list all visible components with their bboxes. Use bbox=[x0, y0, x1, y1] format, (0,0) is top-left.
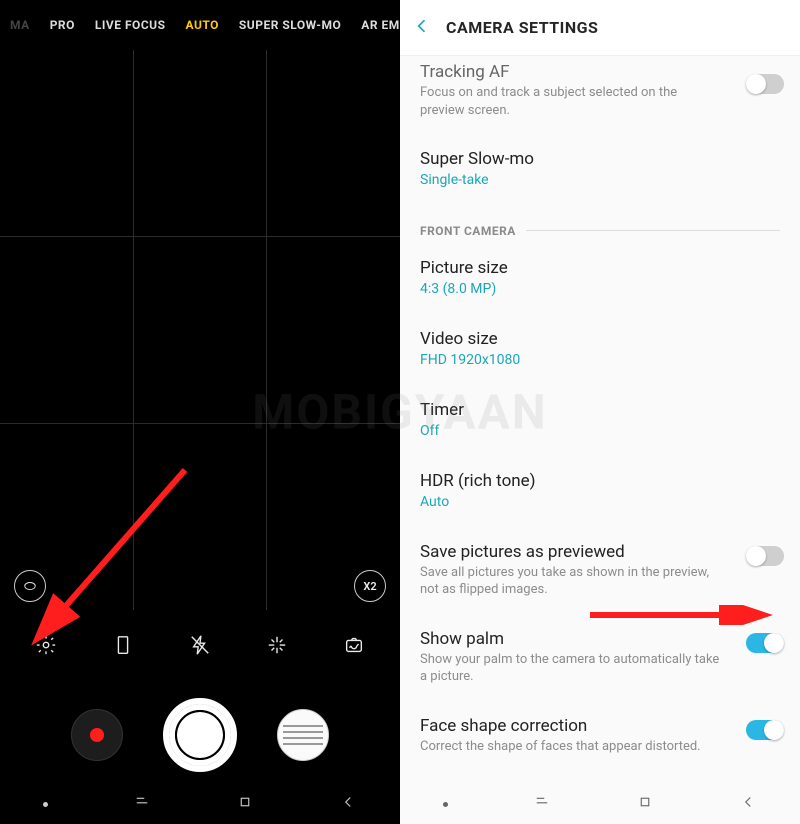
flash-off-icon[interactable] bbox=[188, 633, 212, 657]
camera-app: MA PRO LIVE FOCUS AUTO SUPER SLOW-MO AR … bbox=[0, 0, 400, 824]
row-subtitle: Focus on and track a subject selected on… bbox=[420, 84, 720, 119]
settings-list[interactable]: Tracking AF Focus on and track a subject… bbox=[400, 56, 800, 784]
row-title: Picture size bbox=[420, 258, 780, 278]
row-title: Tracking AF bbox=[420, 62, 780, 82]
camera-modes: MA PRO LIVE FOCUS AUTO SUPER SLOW-MO AR … bbox=[0, 0, 400, 50]
back-button[interactable] bbox=[339, 793, 357, 815]
row-picture-size[interactable]: Picture size 4:3 (8.0 MP) bbox=[400, 244, 800, 315]
gear-icon[interactable] bbox=[34, 633, 58, 657]
sparkle-icon[interactable] bbox=[265, 633, 289, 657]
row-title: Save pictures as previewed bbox=[420, 542, 780, 562]
toggle-save-previewed[interactable] bbox=[746, 546, 784, 566]
camera-settings-screen: CAMERA SETTINGS Tracking AF Focus on and… bbox=[400, 0, 800, 824]
toggle-show-palm[interactable] bbox=[746, 633, 784, 653]
mode-pro[interactable]: PRO bbox=[44, 18, 81, 32]
section-common: COMMON bbox=[400, 771, 800, 784]
viewfinder[interactable]: X2 bbox=[0, 50, 400, 610]
section-front-camera: FRONT CAMERA bbox=[400, 206, 800, 244]
row-face-shape[interactable]: Face shape correction Correct the shape … bbox=[400, 702, 800, 772]
home-button[interactable] bbox=[636, 793, 654, 815]
row-hdr[interactable]: HDR (rich tone) Auto bbox=[400, 457, 800, 528]
switch-camera-icon[interactable] bbox=[342, 633, 366, 657]
row-value: 4:3 (8.0 MP) bbox=[420, 280, 720, 299]
toggle-tracking-af[interactable] bbox=[746, 74, 784, 94]
recents-button[interactable] bbox=[133, 793, 151, 815]
mode-auto[interactable]: AUTO bbox=[179, 18, 224, 32]
camera-toolbar bbox=[0, 620, 400, 670]
back-button[interactable] bbox=[739, 793, 757, 815]
shutter-row bbox=[0, 690, 400, 780]
row-value: Auto bbox=[420, 493, 720, 512]
nav-assist-dot[interactable] bbox=[443, 802, 448, 807]
nav-bar-dark bbox=[0, 784, 400, 824]
mode-aremoji[interactable]: AR EMO bbox=[355, 18, 400, 32]
row-title: Super Slow-mo bbox=[420, 149, 780, 169]
row-title: Video size bbox=[420, 329, 780, 349]
row-subtitle: Correct the shape of faces that appear d… bbox=[420, 738, 720, 756]
row-title: Face shape correction bbox=[420, 716, 780, 736]
gallery-thumbnail[interactable] bbox=[277, 709, 329, 761]
fullview-icon[interactable] bbox=[111, 633, 135, 657]
nav-bar-light bbox=[400, 784, 800, 824]
nav-assist-dot[interactable] bbox=[43, 802, 48, 807]
mode-superslowmo[interactable]: SUPER SLOW-MO bbox=[233, 18, 347, 32]
mode-livefocus[interactable]: LIVE FOCUS bbox=[89, 18, 172, 32]
row-video-size[interactable]: Video size FHD 1920x1080 bbox=[400, 315, 800, 386]
row-super-slowmo[interactable]: Super Slow-mo Single-take bbox=[400, 135, 800, 206]
home-button[interactable] bbox=[236, 793, 254, 815]
shutter-button[interactable] bbox=[163, 698, 237, 772]
row-subtitle: Save all pictures you take as shown in t… bbox=[420, 564, 720, 599]
row-value: FHD 1920x1080 bbox=[420, 351, 720, 370]
toggle-face-shape[interactable] bbox=[746, 720, 784, 740]
zoom-x2-button[interactable]: X2 bbox=[354, 570, 386, 602]
row-value: Single-take bbox=[420, 171, 720, 190]
row-title: Timer bbox=[420, 400, 780, 420]
row-timer[interactable]: Timer Off bbox=[400, 386, 800, 457]
row-value: Off bbox=[420, 422, 720, 441]
record-button[interactable] bbox=[71, 709, 123, 761]
row-subtitle: Show your palm to the camera to automati… bbox=[420, 651, 720, 686]
wide-angle-button[interactable] bbox=[14, 570, 46, 602]
row-title: Show palm bbox=[420, 629, 780, 649]
settings-title: CAMERA SETTINGS bbox=[446, 18, 598, 37]
back-icon[interactable] bbox=[412, 16, 432, 40]
row-tracking-af[interactable]: Tracking AF Focus on and track a subject… bbox=[400, 56, 800, 135]
settings-header: CAMERA SETTINGS bbox=[400, 0, 800, 56]
recents-button[interactable] bbox=[533, 793, 551, 815]
row-title: HDR (rich tone) bbox=[420, 471, 780, 491]
mode-panorama[interactable]: MA bbox=[4, 18, 36, 32]
row-save-as-previewed[interactable]: Save pictures as previewed Save all pict… bbox=[400, 528, 800, 615]
row-show-palm[interactable]: Show palm Show your palm to the camera t… bbox=[400, 615, 800, 702]
